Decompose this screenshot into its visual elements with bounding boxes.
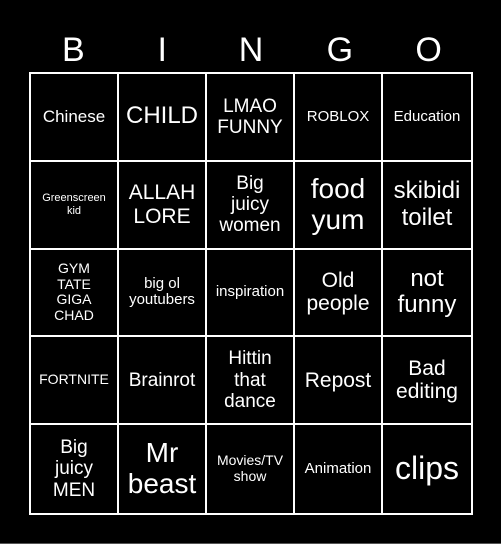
- bingo-cell[interactable]: CHILD: [119, 74, 207, 162]
- cell-label: Education: [393, 107, 461, 125]
- cell-label: food yum: [310, 172, 366, 235]
- cell-label: Movies/TV show: [216, 452, 284, 485]
- bingo-cell[interactable]: Big juicy women: [207, 161, 295, 250]
- cell-label: Chinese: [42, 107, 106, 127]
- cell-label: FORTNITE: [39, 371, 109, 388]
- cell-label: inspiration: [215, 283, 285, 301]
- bingo-cell[interactable]: GYM TATE GIGA CHAD: [31, 249, 119, 338]
- bingo-cell[interactable]: not funny: [383, 250, 471, 338]
- bingo-cell[interactable]: Repost: [295, 337, 383, 426]
- bingo-cell[interactable]: FORTNITE: [31, 337, 119, 426]
- cell-label: Repost: [304, 368, 372, 392]
- bingo-cell[interactable]: Bad editing: [383, 337, 471, 426]
- bingo-cell[interactable]: Hittin that dance: [207, 337, 295, 426]
- cell-label: Greenscreen kid: [42, 192, 106, 217]
- header-letter-n: N: [238, 31, 264, 69]
- cell-label: ALLAH LORE: [128, 181, 196, 228]
- header-letter-g: G: [326, 31, 354, 69]
- bingo-cell[interactable]: Movies/TV show: [207, 425, 295, 513]
- cell-label: clips: [394, 450, 459, 487]
- cell-label: LMAO FUNNY: [217, 95, 283, 138]
- header-letter-o: O: [415, 31, 442, 69]
- header-letter-i: I: [157, 31, 167, 69]
- cell-label: ROBLOX: [306, 107, 370, 125]
- bingo-cell[interactable]: LMAO FUNNY: [207, 74, 295, 162]
- cell-label: Brainrot: [128, 369, 196, 391]
- cell-label: Big juicy women: [219, 172, 281, 237]
- cell-label: Bad editing: [396, 356, 458, 404]
- bingo-cell[interactable]: ALLAH LORE: [119, 161, 207, 250]
- cell-label: Big juicy MEN: [52, 437, 96, 501]
- bingo-cell[interactable]: Mr beast: [119, 425, 207, 513]
- bingo-cell[interactable]: Brainrot: [119, 337, 207, 426]
- bingo-cell[interactable]: Education: [383, 74, 471, 162]
- bingo-cell[interactable]: big ol youtubers: [119, 249, 207, 338]
- bingo-cell[interactable]: skibidi toilet: [383, 162, 471, 250]
- bingo-header: B I N G O: [29, 28, 473, 72]
- header-letter-b: B: [62, 31, 85, 69]
- cell-label: not funny: [397, 264, 457, 319]
- bingo-cell[interactable]: clips: [383, 425, 471, 513]
- cell-label: big ol youtubers: [129, 274, 195, 309]
- bingo-cell[interactable]: food yum: [295, 161, 383, 250]
- bingo-cell[interactable]: Greenscreen kid: [31, 161, 119, 250]
- bingo-cell[interactable]: Animation: [295, 425, 383, 513]
- cell-label: Animation: [304, 459, 372, 477]
- bingo-cell[interactable]: inspiration: [207, 249, 295, 338]
- bingo-cell[interactable]: Chinese: [31, 74, 119, 162]
- cell-label: Mr beast: [127, 437, 197, 500]
- cell-label: Hittin that dance: [224, 348, 276, 412]
- bingo-grid: Chinese CHILD LMAO FUNNY ROBLOX Educatio…: [29, 72, 473, 515]
- bingo-cell[interactable]: Big juicy MEN: [31, 425, 119, 513]
- cell-label: CHILD: [125, 102, 198, 130]
- cell-label: Old people: [306, 268, 370, 316]
- bingo-cell[interactable]: Old people: [295, 249, 383, 338]
- bingo-cell[interactable]: ROBLOX: [295, 74, 383, 162]
- cell-label: skibidi toilet: [393, 176, 461, 231]
- cell-label: GYM TATE GIGA CHAD: [54, 260, 94, 324]
